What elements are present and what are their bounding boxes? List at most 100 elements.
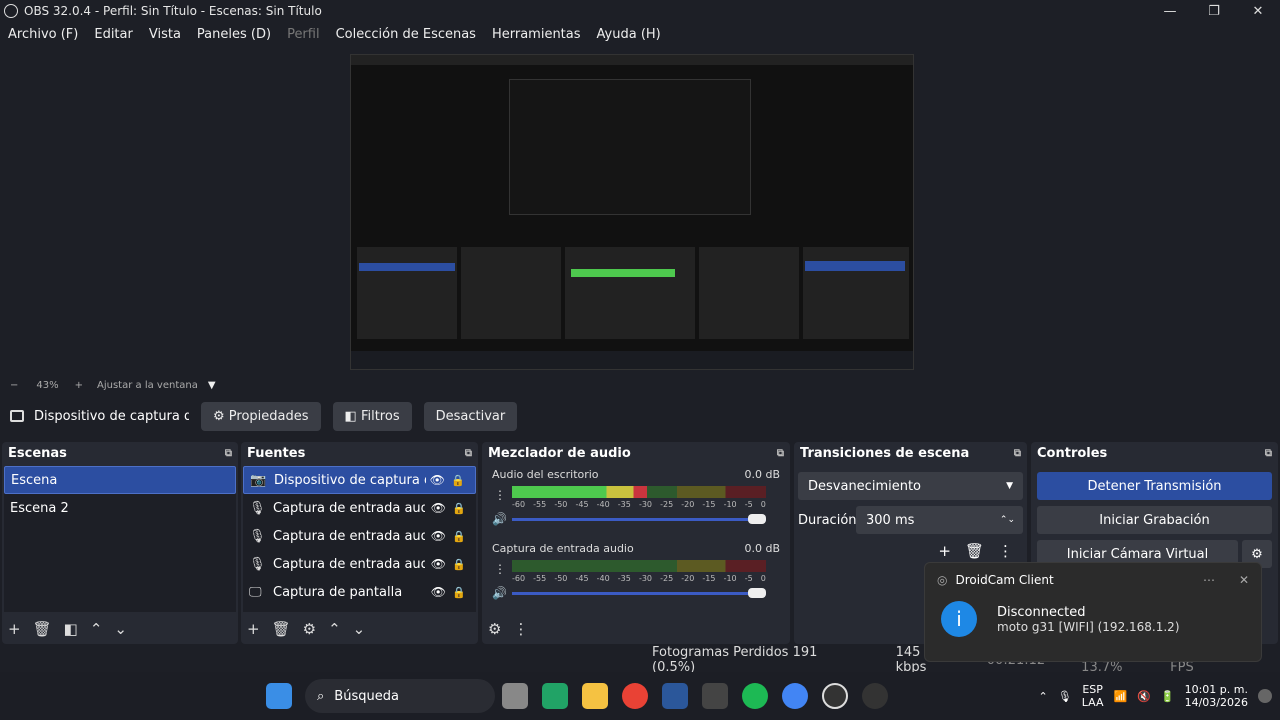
eye-icon[interactable]: 👁 bbox=[431, 585, 446, 599]
excel-icon[interactable] bbox=[542, 683, 568, 709]
task-view-icon[interactable] bbox=[502, 683, 528, 709]
lock-icon[interactable]: 🔒 bbox=[452, 530, 466, 543]
notifications-icon[interactable] bbox=[1258, 689, 1272, 703]
zoom-out-button[interactable]: − bbox=[10, 380, 18, 391]
transition-menu-icon[interactable]: ⋮ bbox=[998, 542, 1013, 560]
menu-herramientas[interactable]: Herramientas bbox=[484, 27, 589, 42]
move-up-icon[interactable]: ⌃ bbox=[328, 620, 341, 638]
minimize-button[interactable]: — bbox=[1148, 0, 1192, 22]
menu-ayuda[interactable]: Ayuda (H) bbox=[589, 27, 669, 42]
undock-icon[interactable]: ⧉ bbox=[1265, 448, 1272, 459]
maximize-button[interactable]: ❐ bbox=[1192, 0, 1236, 22]
mic-tray-icon[interactable]: 🎙 bbox=[1058, 690, 1072, 703]
volume-knob[interactable] bbox=[748, 514, 766, 524]
chrome-profile-icon[interactable] bbox=[782, 683, 808, 709]
spotify-icon[interactable] bbox=[742, 683, 768, 709]
speaker-icon[interactable]: 🔊 bbox=[492, 586, 507, 600]
eye-icon[interactable]: 👁 bbox=[431, 529, 446, 543]
zoom-dropdown-icon[interactable]: ▼ bbox=[208, 380, 216, 391]
menu-archivo[interactable]: Archivo (F) bbox=[0, 27, 86, 42]
undock-icon[interactable]: ⧉ bbox=[465, 448, 472, 459]
track-menu-icon[interactable]: ⋮ bbox=[494, 488, 506, 502]
volume-slider[interactable] bbox=[512, 514, 766, 524]
move-down-icon[interactable]: ⌄ bbox=[353, 620, 366, 638]
remove-transition-icon[interactable]: 🗑 bbox=[965, 542, 984, 560]
mixer-menu-icon[interactable]: ⋮ bbox=[513, 620, 528, 638]
source-item[interactable]: 🎙 Captura de entrada audio 👁 🔒 bbox=[243, 550, 476, 578]
speaker-icon[interactable]: 🔊 bbox=[492, 512, 507, 526]
scene-item[interactable]: Escena 2 bbox=[4, 494, 236, 522]
scene-item[interactable]: Escena bbox=[4, 466, 236, 494]
track-db: 0.0 dB bbox=[744, 542, 780, 555]
stepper-icon[interactable]: ⌃⌄ bbox=[1000, 515, 1015, 525]
remove-source-icon[interactable]: 🗑 bbox=[272, 620, 291, 638]
close-button[interactable]: ✕ bbox=[1236, 0, 1280, 22]
properties-button[interactable]: ⚙ Propiedades bbox=[201, 401, 321, 431]
source-settings-icon[interactable]: ⚙ bbox=[303, 620, 316, 638]
eye-icon[interactable]: 👁 bbox=[430, 473, 445, 487]
obs-taskbar-icon[interactable] bbox=[822, 683, 848, 709]
filters-button[interactable]: ◧ Filtros bbox=[332, 401, 412, 431]
app-icon[interactable] bbox=[702, 683, 728, 709]
menu-perfil[interactable]: Perfil bbox=[279, 27, 328, 42]
move-up-icon[interactable]: ⌃ bbox=[90, 620, 103, 638]
source-item[interactable]: 🎙 Captura de entrada audio 3 👁 🔒 bbox=[243, 494, 476, 522]
controls-title: Controles bbox=[1037, 445, 1108, 461]
volume-knob[interactable] bbox=[748, 588, 766, 598]
lock-icon[interactable]: 🔒 bbox=[452, 558, 466, 571]
mixer-track: Captura de entrada audio 0.0 dB ⋮ -60 -55-… bbox=[482, 538, 790, 612]
volume-muted-icon[interactable]: 🔇 bbox=[1137, 690, 1151, 703]
undock-icon[interactable]: ⧉ bbox=[1014, 448, 1021, 459]
eye-icon[interactable]: 👁 bbox=[431, 557, 446, 571]
lock-icon[interactable]: 🔒 bbox=[452, 586, 466, 599]
eye-icon[interactable]: 👁 bbox=[431, 501, 446, 515]
toast-more-icon[interactable]: ⋯ bbox=[1203, 573, 1215, 587]
zoom-in-button[interactable]: + bbox=[75, 380, 83, 391]
battery-icon[interactable]: 🔋 bbox=[1161, 690, 1175, 703]
clock[interactable]: 10:01 p. m. 14/03/2026 bbox=[1185, 683, 1248, 709]
menu-paneles[interactable]: Paneles (D) bbox=[189, 27, 279, 42]
start-recording-button[interactable]: Iniciar Grabación bbox=[1037, 506, 1272, 534]
mixer-settings-icon[interactable]: ⚙ bbox=[488, 620, 501, 638]
undock-icon[interactable]: ⧉ bbox=[225, 448, 232, 459]
deactivate-button[interactable]: Desactivar bbox=[423, 401, 518, 431]
droidcam-taskbar-icon[interactable] bbox=[862, 683, 888, 709]
lock-icon[interactable]: 🔒 bbox=[451, 474, 465, 487]
droidcam-notification[interactable]: ◎ DroidCam Client ⋯ ✕ i Disconnected mot… bbox=[924, 562, 1262, 662]
volume-slider[interactable] bbox=[512, 588, 766, 598]
meter-tick-label: -35 bbox=[617, 500, 631, 509]
undock-icon[interactable]: ⧉ bbox=[777, 448, 784, 459]
add-source-icon[interactable]: + bbox=[247, 620, 260, 638]
menu-coleccion[interactable]: Colección de Escenas bbox=[328, 27, 484, 42]
windows-start-icon[interactable] bbox=[266, 683, 292, 709]
track-menu-icon[interactable]: ⋮ bbox=[494, 562, 506, 576]
preview-canvas[interactable] bbox=[350, 54, 914, 370]
file-explorer-icon[interactable] bbox=[582, 683, 608, 709]
zoom-fit-label[interactable]: Ajustar a la ventana bbox=[97, 380, 198, 391]
word-icon[interactable] bbox=[662, 683, 688, 709]
language-indicator[interactable]: ESP LAA bbox=[1082, 683, 1104, 709]
source-item[interactable]: 🎙 Captura de entrada audio 2 👁 🔒 bbox=[243, 522, 476, 550]
source-item[interactable]: 🖵 Captura de pantalla 👁 🔒 bbox=[243, 578, 476, 606]
lock-icon[interactable]: 🔒 bbox=[452, 502, 466, 515]
add-scene-icon[interactable]: + bbox=[8, 620, 21, 638]
add-transition-icon[interactable]: + bbox=[938, 542, 951, 560]
wifi-icon[interactable]: 📶 bbox=[1113, 690, 1127, 703]
transition-select[interactable]: Desvanecimiento ▼ bbox=[798, 472, 1023, 500]
search-box[interactable]: ⌕ Búsqueda bbox=[305, 679, 495, 713]
sources-list: 📷 Dispositivo de captura de v 👁 🔒 🎙 Captura … bbox=[243, 466, 476, 612]
tray-chevron-icon[interactable]: ⌃ bbox=[1039, 690, 1048, 703]
toast-close-icon[interactable]: ✕ bbox=[1239, 573, 1249, 587]
duration-input[interactable]: 300 ms ⌃⌄ bbox=[856, 506, 1023, 534]
scene-filters-icon[interactable]: ◧ bbox=[64, 620, 78, 638]
meter-tick-label: -25 bbox=[660, 500, 674, 509]
source-item[interactable]: 📷 Dispositivo de captura de v 👁 🔒 bbox=[243, 466, 476, 494]
menu-editar[interactable]: Editar bbox=[86, 27, 141, 42]
lang-secondary: LAA bbox=[1081, 696, 1104, 709]
chrome-icon[interactable] bbox=[622, 683, 648, 709]
meter-tick-label: -5 bbox=[744, 574, 753, 583]
menu-vista[interactable]: Vista bbox=[141, 27, 189, 42]
stop-stream-button[interactable]: Detener Transmisión bbox=[1037, 472, 1272, 500]
remove-scene-icon[interactable]: 🗑 bbox=[33, 620, 52, 638]
move-down-icon[interactable]: ⌄ bbox=[114, 620, 127, 638]
